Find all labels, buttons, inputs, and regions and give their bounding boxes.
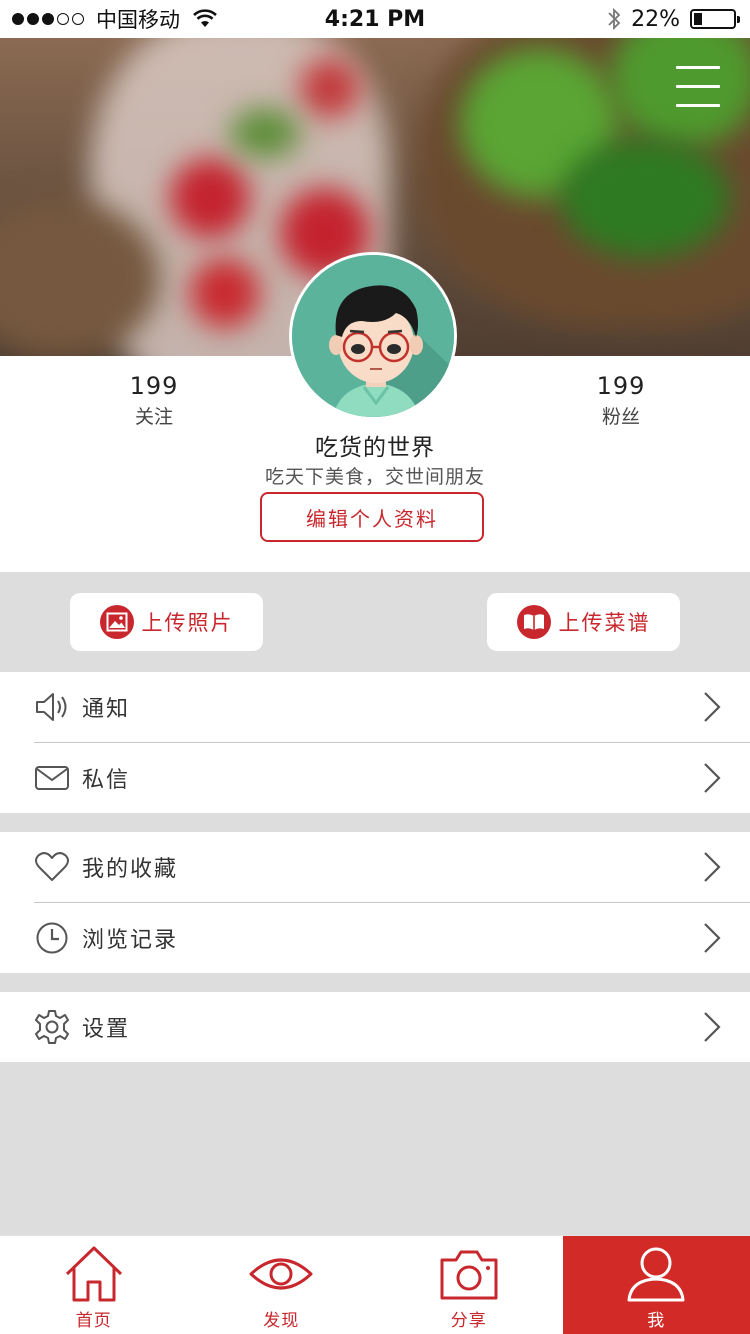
speaker-icon <box>34 689 70 725</box>
menu-group-messages: 通知 私信 <box>0 672 750 813</box>
battery-percent: 22% <box>631 6 680 32</box>
gear-icon <box>34 1009 70 1045</box>
edit-profile-button[interactable]: 编辑个人资料 <box>260 492 484 542</box>
upload-recipe-label: 上传菜谱 <box>558 611 651 635</box>
nickname: 吃货的世界 <box>315 435 435 461</box>
chevron-right-icon <box>704 763 721 793</box>
notifications-label: 通知 <box>82 697 131 722</box>
camera-icon <box>440 1250 498 1300</box>
tab-share-label: 分享 <box>450 1311 487 1331</box>
menu-item-favorites[interactable]: 我的收藏 <box>0 832 750 902</box>
menu-item-messages[interactable]: 私信 <box>0 743 750 813</box>
hamburger-menu-icon[interactable] <box>676 66 720 110</box>
bottom-tab-bar: 首页 发现 分享 我 <box>0 1235 750 1334</box>
bio-text: 吃天下美食，交世间朋友 <box>264 466 485 488</box>
book-icon <box>516 605 551 639</box>
followers-count: 199 <box>596 372 646 400</box>
followers-label: 粉丝 <box>601 406 640 428</box>
profile-card: 199 关注 199 粉丝 吃货的世界 吃天下美食，交世间朋友 编辑个人资料 <box>0 252 750 572</box>
menu-item-notifications[interactable]: 通知 <box>0 672 750 742</box>
chevron-right-icon <box>704 692 721 722</box>
picture-icon <box>99 605 134 639</box>
chevron-right-icon <box>704 923 721 953</box>
upload-recipe-button[interactable]: 上传菜谱 <box>487 593 680 651</box>
menu-group-collections: 我的收藏 浏览记录 <box>0 832 750 973</box>
tab-discover[interactable]: 发现 <box>188 1236 376 1334</box>
tab-home[interactable]: 首页 <box>0 1236 188 1334</box>
upload-photo-label: 上传照片 <box>141 611 234 635</box>
history-label: 浏览记录 <box>82 928 179 953</box>
heart-icon <box>34 849 70 885</box>
chevron-right-icon <box>704 1012 721 1042</box>
following-stat[interactable]: 199 关注 <box>84 372 224 429</box>
settings-label: 设置 <box>82 1017 131 1042</box>
menu-item-history[interactable]: 浏览记录 <box>0 903 750 973</box>
signal-strength-icon <box>12 13 84 25</box>
tab-home-label: 首页 <box>75 1311 112 1331</box>
upload-photo-button[interactable]: 上传照片 <box>70 593 263 651</box>
menu-group-settings: 设置 <box>0 992 750 1062</box>
eye-icon <box>249 1258 313 1290</box>
favorites-label: 我的收藏 <box>82 857 179 882</box>
envelope-icon <box>34 760 70 796</box>
followers-stat[interactable]: 199 粉丝 <box>551 372 691 429</box>
status-bar: 中国移动 4:21 PM 22% <box>0 0 750 38</box>
wifi-icon <box>193 9 217 27</box>
chevron-right-icon <box>704 852 721 882</box>
messages-label: 私信 <box>82 768 131 793</box>
tab-me[interactable]: 我 <box>562 1236 750 1334</box>
battery-icon <box>690 9 740 29</box>
tab-share[interactable]: 分享 <box>375 1236 563 1334</box>
avatar[interactable] <box>289 252 457 420</box>
home-icon <box>65 1246 122 1302</box>
clock-icon <box>34 920 70 956</box>
menu-item-settings[interactable]: 设置 <box>0 992 750 1062</box>
tab-discover-label: 发现 <box>263 1311 300 1331</box>
carrier-name: 中国移动 <box>96 8 180 32</box>
tab-me-label: 我 <box>647 1311 666 1331</box>
battery-fill <box>694 13 703 25</box>
following-label: 关注 <box>134 406 173 428</box>
bluetooth-icon <box>608 7 621 31</box>
following-count: 199 <box>129 372 179 400</box>
person-icon <box>627 1247 685 1302</box>
